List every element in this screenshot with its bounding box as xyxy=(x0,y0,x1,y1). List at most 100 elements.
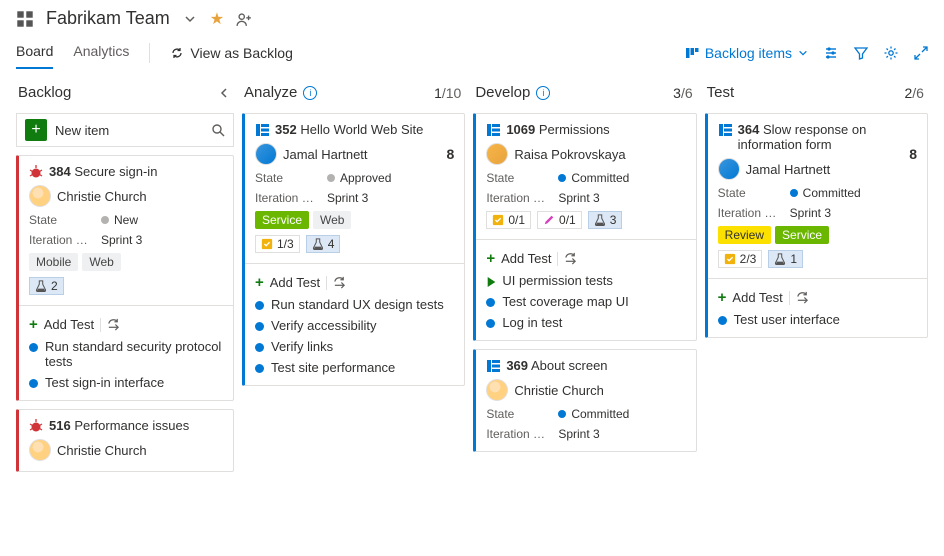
avatar xyxy=(486,143,508,165)
task-count-badge[interactable]: 1/3 xyxy=(255,235,300,253)
column-title: Backlog xyxy=(18,84,71,101)
new-item-button[interactable]: + New item xyxy=(16,113,234,147)
plus-icon: + xyxy=(718,289,727,306)
assignee-name: Christie Church xyxy=(514,383,604,398)
column-backlog: Backlog + New item 384 Secure sign-in Ch… xyxy=(16,82,234,472)
pencil-icon xyxy=(543,214,555,226)
card-384[interactable]: 384 Secure sign-in Christie Church State… xyxy=(16,155,234,401)
collapse-column-icon[interactable] xyxy=(218,87,230,99)
status-dot-icon xyxy=(29,379,38,388)
test-item[interactable]: Verify links xyxy=(255,339,454,354)
project-title: Fabrikam Team xyxy=(46,8,170,29)
project-header: Fabrikam Team ★ xyxy=(0,0,944,33)
tag[interactable]: Web xyxy=(82,253,120,271)
filter-icon[interactable] xyxy=(854,46,868,60)
work-item-title: Performance issues xyxy=(74,418,189,433)
bug-icon xyxy=(29,419,43,433)
assignee[interactable]: Christie Church xyxy=(29,185,223,207)
view-as-backlog[interactable]: View as Backlog xyxy=(170,45,292,61)
card-1069[interactable]: 1069 Permissions Raisa Pokrovskaya State… xyxy=(473,113,696,341)
test-item[interactable]: Test coverage map UI xyxy=(486,294,685,309)
column-capacity: /6 xyxy=(912,85,924,101)
column-header: Test 2/6 xyxy=(705,82,928,105)
assignee[interactable]: Jamal Hartnett xyxy=(255,143,454,165)
tag[interactable]: Review xyxy=(718,226,771,244)
test-count-badge[interactable]: 4 xyxy=(306,235,341,253)
card-364[interactable]: 364 Slow response on information form Ja… xyxy=(705,113,928,338)
test-item[interactable]: Verify accessibility xyxy=(255,318,454,333)
test-count-badge[interactable]: 3 xyxy=(588,211,623,229)
test-item[interactable]: Log in test xyxy=(486,315,685,330)
team-members-icon[interactable] xyxy=(236,11,252,27)
pbi-icon xyxy=(486,123,500,137)
iteration-label: Iteration P... xyxy=(29,233,91,247)
test-item[interactable]: Test sign-in interface xyxy=(29,375,223,390)
tag[interactable]: Mobile xyxy=(29,253,78,271)
avatar xyxy=(29,185,51,207)
options-icon[interactable] xyxy=(824,46,838,60)
tag[interactable]: Web xyxy=(313,211,351,229)
info-icon[interactable]: i xyxy=(303,86,317,100)
column-test: Test 2/6 364 Slow response on informatio… xyxy=(705,82,928,338)
test-count-badge[interactable]: 2 xyxy=(29,277,64,295)
state-value: Approved xyxy=(340,171,391,185)
test-item[interactable]: UI permission tests xyxy=(486,273,685,288)
add-test-button[interactable]: +Add Test xyxy=(718,289,917,306)
plus-icon: + xyxy=(25,119,47,141)
task-icon xyxy=(492,214,504,226)
effort-value: 8 xyxy=(909,146,917,162)
open-test-icon[interactable] xyxy=(107,318,120,331)
tag[interactable]: Service xyxy=(775,226,829,244)
assignee[interactable]: Christie Church xyxy=(29,439,223,461)
add-test-button[interactable]: +Add Test xyxy=(29,316,223,333)
kanban-board: Backlog + New item 384 Secure sign-in Ch… xyxy=(0,70,944,488)
fullscreen-icon[interactable] xyxy=(914,46,928,60)
open-test-icon[interactable] xyxy=(564,252,577,265)
tag[interactable]: Service xyxy=(255,211,309,229)
settings-gear-icon[interactable] xyxy=(884,46,898,60)
task-count-badge[interactable]: 2/3 xyxy=(718,250,763,268)
test-item[interactable]: Test site performance xyxy=(255,360,454,375)
task-count-badge[interactable]: 0/1 xyxy=(486,211,531,229)
assignee[interactable]: Jamal Hartnett xyxy=(718,158,917,180)
assignee[interactable]: Christie Church xyxy=(486,379,685,401)
card-369[interactable]: 369 About screen Christie Church StateCo… xyxy=(473,349,696,452)
chevron-down-icon[interactable] xyxy=(182,11,198,27)
test-item[interactable]: Test user interface xyxy=(718,312,917,327)
assignee-name: Raisa Pokrovskaya xyxy=(514,147,625,162)
tab-analytics[interactable]: Analytics xyxy=(73,37,129,69)
assignee[interactable]: Raisa Pokrovskaya xyxy=(486,143,685,165)
card-352[interactable]: 352 Hello World Web Site Jamal Hartnett … xyxy=(242,113,465,386)
plus-icon: + xyxy=(29,316,38,333)
view-as-label: View as Backlog xyxy=(190,45,292,61)
column-capacity: /6 xyxy=(681,85,693,101)
backlog-level-label: Backlog items xyxy=(705,45,792,61)
effort-value: 8 xyxy=(447,146,455,162)
column-title: Develop xyxy=(475,84,530,101)
test-item[interactable]: Run standard UX design tests xyxy=(255,297,454,312)
favorite-star-icon[interactable]: ★ xyxy=(210,9,224,29)
tab-board[interactable]: Board xyxy=(16,37,53,69)
work-item-id: 369 xyxy=(506,358,528,373)
info-icon[interactable]: i xyxy=(536,86,550,100)
flask-icon xyxy=(35,280,47,292)
test-count-badge[interactable]: 1 xyxy=(768,250,803,268)
state-value: New xyxy=(114,213,138,227)
iteration-value: Sprint 3 xyxy=(101,233,142,247)
backlog-level-selector[interactable]: Backlog items xyxy=(685,45,808,61)
bug-count-badge[interactable]: 0/1 xyxy=(537,211,582,229)
card-516[interactable]: 516 Performance issues Christie Church xyxy=(16,409,234,472)
status-dot-icon xyxy=(255,322,264,331)
assignee-name: Jamal Hartnett xyxy=(746,162,831,177)
add-test-button[interactable]: +Add Test xyxy=(255,274,454,291)
work-item-id: 516 xyxy=(49,418,71,433)
add-test-button[interactable]: +Add Test xyxy=(486,250,685,267)
test-item[interactable]: Run standard security protocol tests xyxy=(29,339,223,369)
open-test-icon[interactable] xyxy=(796,291,809,304)
search-icon[interactable] xyxy=(211,123,225,137)
work-item-title: Hello World Web Site xyxy=(300,122,423,137)
open-test-icon[interactable] xyxy=(333,276,346,289)
pbi-icon xyxy=(486,359,500,373)
new-item-label: New item xyxy=(55,123,109,138)
cycle-icon xyxy=(170,46,184,60)
